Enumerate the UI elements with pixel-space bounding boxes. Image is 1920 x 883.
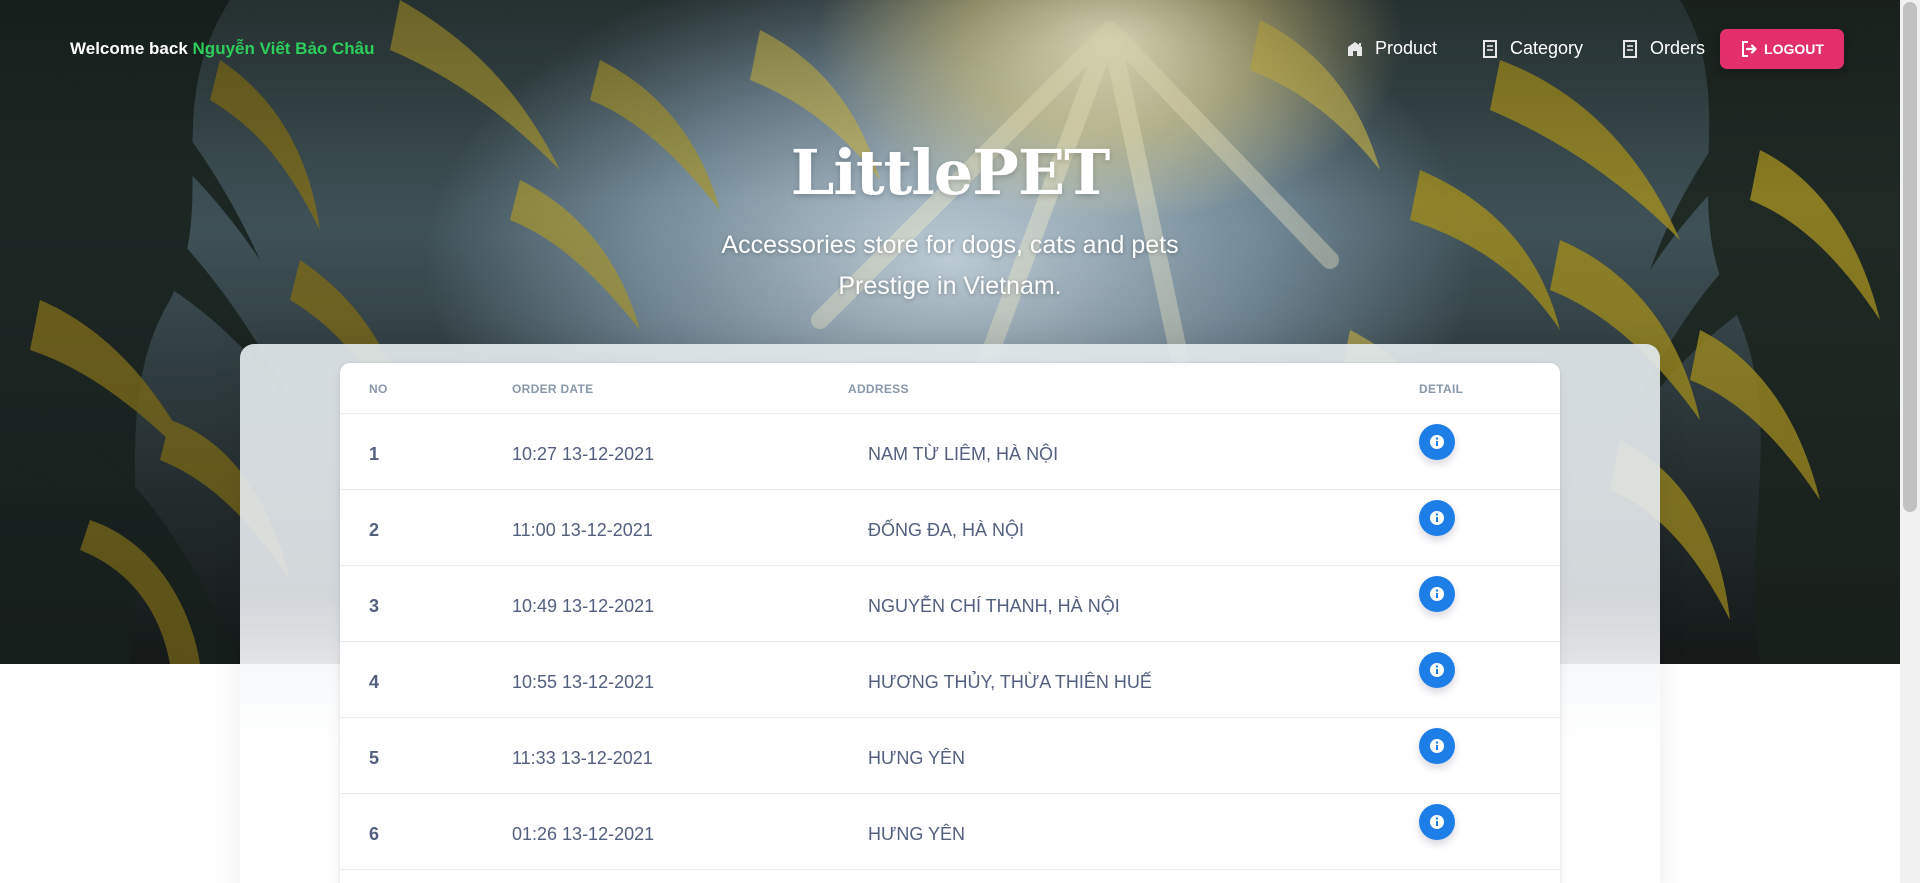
info-icon (1429, 586, 1445, 602)
cell-no: 1 (369, 444, 380, 464)
detail-button[interactable] (1419, 500, 1455, 536)
brand-title: LittlePET (790, 136, 1110, 209)
username: Nguyễn Viết Bảo Châu (192, 39, 375, 58)
detail-button[interactable] (1419, 424, 1455, 460)
column-header-order-date: ORDER DATE (512, 382, 594, 396)
cell-no: 5 (369, 748, 380, 768)
info-icon (1429, 738, 1445, 754)
nav-item-label: Product (1375, 38, 1438, 58)
page-scrollbar[interactable] (1900, 0, 1920, 883)
cell-order-date: 10:49 13-12-2021 (512, 596, 655, 616)
column-header-no: NO (369, 382, 388, 396)
scrollbar-thumb[interactable] (1903, 2, 1917, 512)
cell-address: NAM TỪ LIÊM, HÀ NỘI (868, 444, 1059, 464)
detail-button[interactable] (1419, 652, 1455, 688)
nav-item-orders[interactable]: Orders (1620, 38, 1705, 59)
table-row: 1 10:27 13-12-2021 NAM TỪ LIÊM, HÀ NỘI (340, 414, 1560, 490)
table-row: 2 11:00 13-12-2021 ĐỐNG ĐA, HÀ NỘI (340, 490, 1560, 566)
info-icon (1429, 510, 1445, 526)
detail-button[interactable] (1419, 728, 1455, 764)
cell-order-date: 11:33 13-12-2021 (512, 748, 653, 768)
detail-button[interactable] (1419, 804, 1455, 840)
welcome-message: Welcome back Nguyễn Viết Bảo Châu (70, 39, 375, 59)
detail-button[interactable] (1419, 576, 1455, 612)
column-header-detail: DETAIL (1419, 382, 1464, 396)
cell-order-date: 11:00 13-12-2021 (512, 520, 653, 540)
cell-address: HƯNG YÊN (868, 748, 966, 768)
table-row: 6 01:26 13-12-2021 HƯNG YÊN (340, 794, 1560, 870)
cell-no: 2 (369, 520, 380, 540)
document-icon (1620, 39, 1640, 59)
nav-item-product[interactable]: Product (1345, 38, 1437, 59)
info-icon (1429, 662, 1445, 678)
cell-address: NGUYỄN CHÍ THANH, HÀ NỘI (868, 596, 1120, 616)
table-row: 5 11:33 13-12-2021 HƯNG YÊN (340, 718, 1560, 794)
cell-no: 3 (369, 596, 380, 616)
top-navbar: Welcome back Nguyễn Viết Bảo Châu Produc… (0, 0, 1900, 98)
table-row: 3 10:49 13-12-2021 NGUYỄN CHÍ THANH, HÀ … (340, 566, 1560, 642)
cell-address: HƯNG YÊN (868, 824, 966, 844)
cell-order-date: 10:27 13-12-2021 (512, 444, 655, 464)
table-row: 4 10:55 13-12-2021 HƯƠNG THỦY, THỪA THIÊ… (340, 642, 1560, 718)
logout-button[interactable]: LOGOUT (1720, 29, 1844, 69)
info-icon (1429, 814, 1445, 830)
nav-item-label: Orders (1650, 38, 1706, 58)
cell-address: HƯƠNG THỦY, THỪA THIÊN HUẾ (868, 672, 1152, 692)
cell-order-date: 01:26 13-12-2021 (512, 824, 655, 844)
logout-icon (1740, 40, 1758, 58)
cell-order-date: 10:55 13-12-2021 (512, 672, 655, 692)
info-icon (1429, 434, 1445, 450)
logout-label: LOGOUT (1764, 41, 1824, 57)
shop-icon (1345, 39, 1365, 59)
document-icon (1480, 39, 1500, 59)
tagline-line-2: Prestige in Vietnam. (838, 272, 1062, 300)
cell-no: 6 (369, 824, 380, 844)
cell-address: ĐỐNG ĐA, HÀ NỘI (868, 520, 1025, 540)
tagline-line-1: Accessories store for dogs, cats and pet… (721, 231, 1179, 259)
column-header-address: ADDRESS (848, 382, 909, 396)
orders-table: NO ORDER DATE ADDRESS DETAIL 1 10:27 13-… (340, 363, 1560, 883)
nav-item-label: Category (1510, 38, 1584, 58)
cell-no: 4 (369, 672, 380, 692)
welcome-prefix: Welcome back (70, 39, 188, 58)
nav-item-category[interactable]: Category (1480, 38, 1583, 59)
